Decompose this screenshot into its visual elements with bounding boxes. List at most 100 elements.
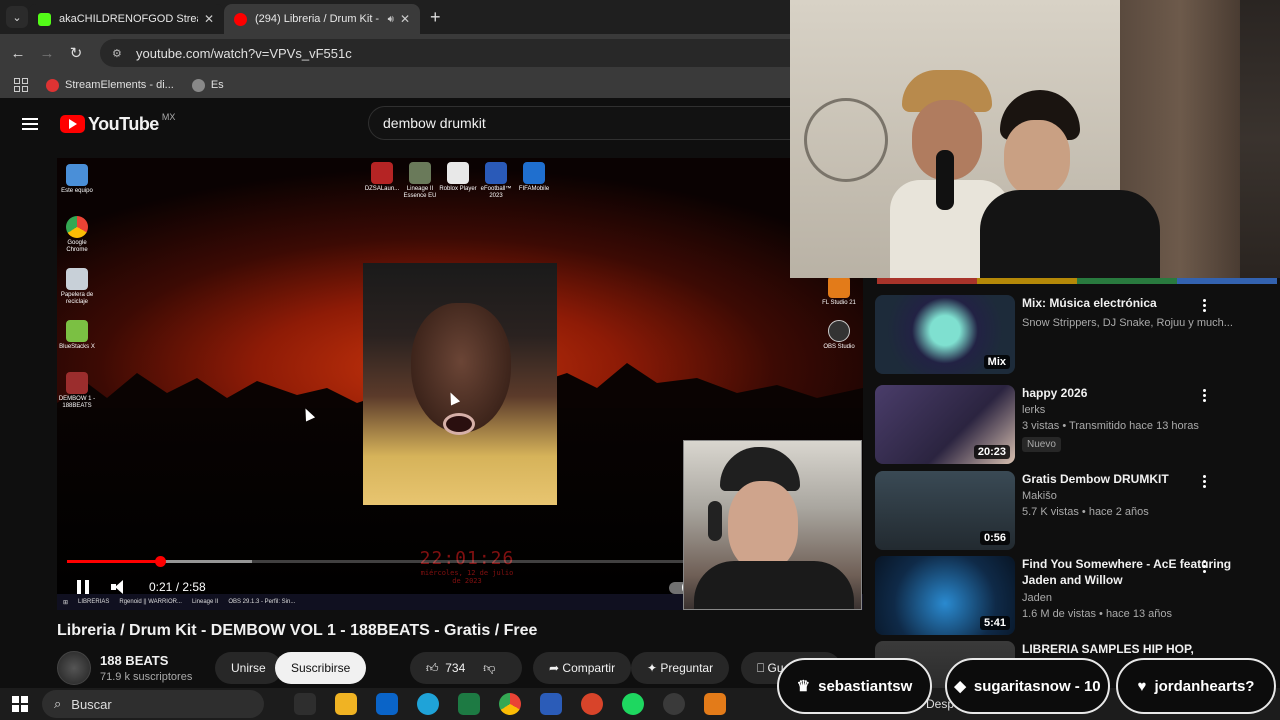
more-options-icon[interactable] <box>1203 389 1207 402</box>
aphex-twin-logo <box>804 98 888 182</box>
video-thumbnail[interactable]: 0:56 <box>875 471 1015 550</box>
subscriber-count: 71.9 k suscriptores <box>100 671 193 683</box>
ask-button[interactable]: ✦ Preguntar <box>631 652 730 684</box>
globe-icon <box>191 78 205 92</box>
recommendation-title[interactable]: Find You Somewhere - AcE featuring Jaden… <box>1022 556 1232 588</box>
desktop-icon[interactable]: OBS Studio <box>819 320 859 351</box>
more-options-icon[interactable] <box>1203 475 1207 488</box>
recommendations-sidebar: Mix Mix: Música electrónica Snow Strippe… <box>863 278 1280 690</box>
close-icon[interactable]: ✕ <box>400 12 410 26</box>
fl-studio-icon[interactable] <box>704 693 726 715</box>
recommendation-title[interactable]: LIBRERIA SAMPLES HIP HOP, <box>1022 641 1232 657</box>
windows-start-icon[interactable] <box>12 696 28 712</box>
tab-youtube[interactable]: (294) Libreria / Drum Kit - D 🔊︎ ✕ <box>224 4 420 34</box>
spotify-icon[interactable] <box>622 693 644 715</box>
speaker-icon[interactable]: 🔊︎ <box>388 14 394 25</box>
youtube-wordmark: YouTube <box>88 113 159 134</box>
powerpoint-icon[interactable] <box>581 693 603 715</box>
obs-icon[interactable] <box>663 693 685 715</box>
recommendation-meta: 5.7 K vistas • hace 2 años <box>1022 506 1149 518</box>
recommendation-channel: Jaden <box>1022 592 1052 604</box>
new-badge: Nuevo <box>1022 437 1061 452</box>
channel-name[interactable]: 188 BEATS <box>100 653 192 668</box>
tab-stream[interactable]: akaCHILDRENOFGOD Stream - ✕ <box>28 4 224 34</box>
desktop-icon[interactable]: Roblox Player <box>438 162 478 193</box>
tab-search-button[interactable]: ⌄ <box>6 6 28 28</box>
back-button[interactable]: ← <box>7 45 29 62</box>
recommendation-item[interactable]: Mix Mix: Música electrónica Snow Strippe… <box>875 295 1275 375</box>
recommendation-title[interactable]: Mix: Música electrónica <box>1022 295 1232 311</box>
outlook-icon[interactable] <box>376 693 398 715</box>
duration-badge: 0:56 <box>979 531 1010 545</box>
alert-pill: ♥ jordanhearts? <box>1116 658 1276 714</box>
taskbar-search-input[interactable]: ⌕ Buscar <box>42 690 264 718</box>
bookmark-favicon <box>46 78 59 92</box>
task-view-icon[interactable] <box>294 693 316 715</box>
tab-title: akaCHILDRENOFGOD Stream - <box>59 13 198 25</box>
recommendation-title[interactable]: Gratis Dembow DRUMKIT <box>1022 471 1232 487</box>
volume-icon[interactable] <box>111 580 127 594</box>
excel-icon[interactable] <box>458 693 480 715</box>
new-tab-button[interactable]: + <box>430 7 441 28</box>
like-dislike-group: 👍︎ 734 👎︎ <box>410 652 522 684</box>
seek-handle[interactable] <box>154 556 166 567</box>
bookmark-es[interactable]: Es <box>191 78 224 92</box>
desktop-icon[interactable]: Este equipo <box>57 164 97 195</box>
word-icon[interactable] <box>540 693 562 715</box>
dislike-icon[interactable]: 👎︎ <box>483 661 495 676</box>
edge-icon[interactable] <box>417 693 439 715</box>
join-button[interactable]: Unirse <box>215 652 282 684</box>
played-bar <box>67 560 160 563</box>
microphone <box>936 150 954 210</box>
chrome-icon[interactable] <box>499 693 521 715</box>
forward-button[interactable]: → <box>36 45 58 62</box>
recommendation-title[interactable]: happy 2026 <box>1022 385 1232 401</box>
time-display: 0:21 / 2:58 <box>149 580 206 594</box>
close-icon[interactable]: ✕ <box>204 12 214 26</box>
apps-icon[interactable] <box>14 78 28 92</box>
file-explorer-icon[interactable] <box>335 693 357 715</box>
bookmark-streamelements[interactable]: StreamElements - di... <box>46 78 174 92</box>
inner-taskbar-item: Lineage II <box>191 599 219 605</box>
share-button[interactable]: ➦ Compartir <box>533 652 632 684</box>
desktop-icon[interactable]: FL Studio 21 <box>819 276 859 307</box>
more-options-icon[interactable] <box>1203 299 1207 312</box>
like-icon[interactable]: 👍︎ <box>426 661 439 676</box>
screen: ⌄ akaCHILDRENOFGOD Stream - ✕ (294) Libr… <box>0 0 1280 720</box>
video-thumbnail[interactable]: Mix <box>875 295 1015 374</box>
reload-button[interactable]: ↻ <box>65 44 87 62</box>
subscribe-button[interactable]: Suscribirse <box>275 652 367 684</box>
recommendation-item[interactable]: 20:23 happy 2026 lerks 3 vistas • Transm… <box>875 385 1275 465</box>
recommendation-meta: 3 vistas • Transmitido hace 13 horas <box>1022 420 1199 432</box>
menu-icon[interactable] <box>22 118 38 130</box>
pause-button[interactable] <box>77 580 91 594</box>
bookmarks-bar: StreamElements - di... Es <box>0 72 790 98</box>
recommendation-item[interactable]: 0:56 Gratis Dembow DRUMKIT Makišo 5.7 K … <box>875 471 1275 551</box>
tab-title: (294) Libreria / Drum Kit - D <box>255 13 382 25</box>
url-field[interactable]: ⚙︎ youtube.com/watch?v=VPVs_vF551c <box>100 39 790 67</box>
recommendation-channel: Snow Strippers, DJ Snake, Rojuu y much..… <box>1022 317 1233 329</box>
video-thumbnail[interactable]: 5:41 <box>875 556 1015 635</box>
desktop-icon[interactable]: BlueStacks X <box>57 320 97 351</box>
inner-taskbar-item: OBS 29.1.3 - Perfil: Sin... <box>228 599 296 605</box>
desktop-icon[interactable]: Lineage II Essence EU <box>400 162 440 200</box>
desktop-icon[interactable]: eFootball™ 2023 <box>476 162 516 200</box>
heart-icon: ♥ <box>1137 677 1147 695</box>
desktop-icon[interactable]: Papelera de reciclaje <box>57 268 97 306</box>
youtube-header: YouTube MX dembow drumkit <box>0 98 790 150</box>
bookmark-icon: ⎕ <box>757 660 765 675</box>
desktop-icon[interactable]: DZSALaun... <box>362 162 402 193</box>
streamer-webcam <box>790 0 1280 278</box>
youtube-logo[interactable]: YouTube MX <box>60 112 175 135</box>
recommendation-item[interactable]: 5:41 Find You Somewhere - AcE featuring … <box>875 556 1275 636</box>
desktop-icon[interactable]: Google Chrome <box>57 216 97 254</box>
desktop-icon[interactable]: FIFAMobile <box>514 162 554 193</box>
more-options-icon[interactable] <box>1203 560 1207 573</box>
video-thumbnail[interactable]: 20:23 <box>875 385 1015 464</box>
chip-bar <box>877 278 1277 284</box>
channel-avatar[interactable] <box>57 651 91 685</box>
desktop-icon[interactable]: DEMBOW 1 - 188BEATS <box>57 372 97 410</box>
search-input[interactable]: dembow drumkit <box>368 106 790 140</box>
like-count[interactable]: 734 <box>445 661 465 675</box>
site-info-icon[interactable]: ⚙︎ <box>112 47 124 60</box>
